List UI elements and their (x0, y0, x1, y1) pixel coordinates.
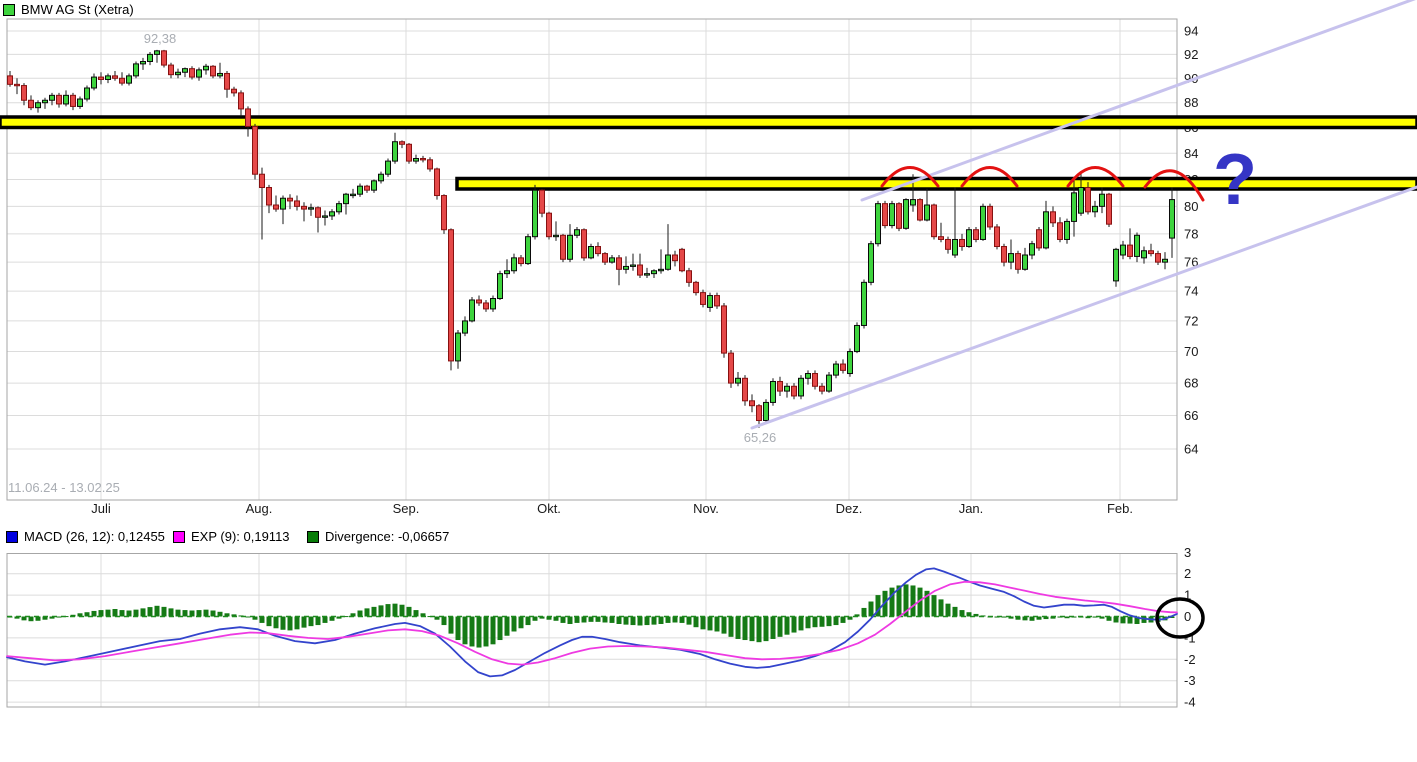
low-price-annotation: 65,26 (720, 430, 800, 445)
price-tick-label: 88 (1184, 95, 1198, 110)
exp-legend-label: EXP (9): 0,19113 (191, 529, 290, 544)
price-tick-label: 70 (1184, 344, 1198, 359)
price-tick-label: 78 (1184, 226, 1198, 241)
chart-canvas: 949290888684828078767472706866643210-1-2… (0, 0, 1417, 762)
price-tick-label: 74 (1184, 284, 1198, 299)
divergence-swatch-icon (307, 531, 319, 543)
month-label: Nov. (693, 501, 719, 516)
macd-line (7, 568, 1177, 676)
chart-title: BMW AG St (Xetra) (21, 2, 134, 17)
series-swatch-icon (3, 4, 15, 16)
macd-tick-label: 2 (1184, 566, 1191, 581)
high-price-annotation: 92,38 (120, 31, 200, 46)
divergence-legend-item: Divergence: -0,06657 (307, 529, 449, 544)
macd-tick-label: -2 (1184, 652, 1196, 667)
month-label: Okt. (537, 501, 561, 516)
divergence-legend-label: Divergence: -0,06657 (325, 529, 449, 544)
macd-line-swatch-icon (6, 531, 18, 543)
candlesticks (8, 50, 1175, 428)
month-label: Sep. (393, 501, 420, 516)
price-tick-label: 72 (1184, 313, 1198, 328)
month-labels: Juli Aug. Sep. Okt. Nov. Dez. Jan. Feb. (91, 501, 1133, 516)
price-tick-label: 64 (1184, 442, 1198, 457)
macd-legend-item: MACD (26, 12): 0,12455 (6, 529, 165, 544)
stock-chart-page: 949290888684828078767472706866643210-1-2… (0, 0, 1417, 762)
question-mark-annotation: ? (1213, 144, 1257, 216)
month-label: Feb. (1107, 501, 1133, 516)
exp-line-swatch-icon (173, 531, 185, 543)
month-label: Aug. (246, 501, 273, 516)
price-tick-label: 68 (1184, 376, 1198, 391)
macd-tick-label: -3 (1184, 673, 1196, 688)
price-tick-label: 94 (1184, 24, 1198, 39)
date-range-label: 11.06.24 - 13.02.25 (8, 480, 120, 495)
month-label: Jan. (959, 501, 984, 516)
price-tick-label: 84 (1184, 146, 1198, 161)
macd-legend-label: MACD (26, 12): 0,12455 (24, 529, 165, 544)
month-label: Juli (91, 501, 111, 516)
price-tick-label: 92 (1184, 47, 1198, 62)
macd-tick-label: 0 (1184, 609, 1191, 624)
macd-tick-label: -4 (1184, 695, 1196, 710)
chart-header: BMW AG St (Xetra) (3, 2, 134, 17)
price-tick-label: 66 (1184, 408, 1198, 423)
signal-line (7, 582, 1177, 665)
price-tick-label: 80 (1184, 199, 1198, 214)
macd-tick-label: 3 (1184, 545, 1191, 560)
exp-legend-item: EXP (9): 0,19113 (173, 529, 290, 544)
month-label: Dez. (836, 501, 863, 516)
